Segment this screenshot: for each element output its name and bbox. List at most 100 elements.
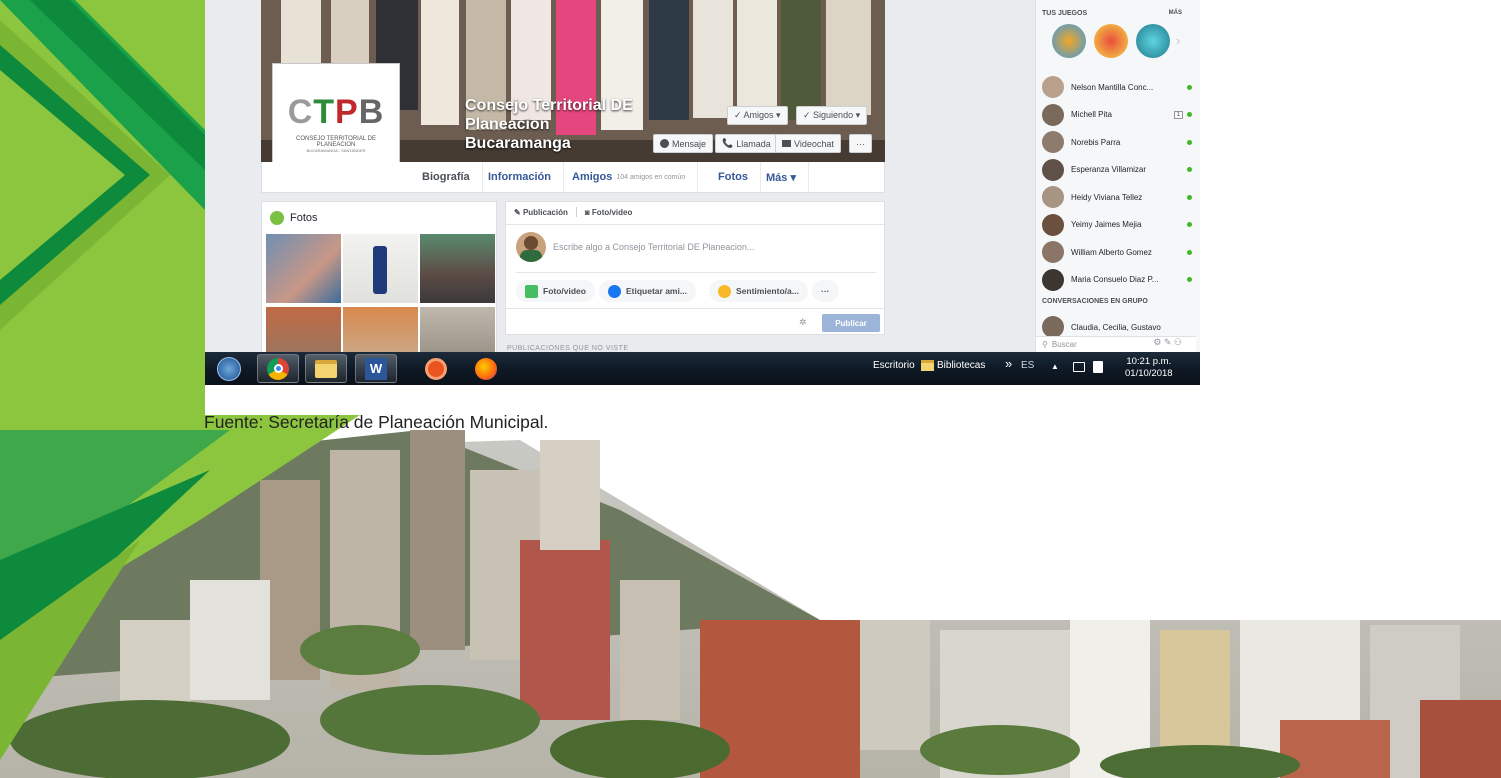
word-taskbar-button[interactable]: W xyxy=(355,354,397,383)
logo-subtitle: CONSEJO TERRITORIAL DE PLANEACION xyxy=(296,136,376,148)
start-button[interactable] xyxy=(208,354,250,383)
network-icon[interactable] xyxy=(1073,362,1085,372)
photos-box: Fotos xyxy=(261,201,497,376)
libraries-toolbar-label[interactable]: Bibliotecas xyxy=(937,360,985,371)
contact-name: Heidy Viviana Tellez xyxy=(1071,192,1143,202)
publish-button-label: Publicar xyxy=(835,318,867,328)
llamada-button[interactable]: 📞 Llamada xyxy=(715,134,778,153)
contact-item[interactable]: William Alberto Gomez xyxy=(1042,241,1192,263)
clock[interactable]: 10:21 p.m. 01/10/2018 xyxy=(1125,356,1173,380)
composer-tab-publicacion[interactable]: ✎ Publicación xyxy=(514,208,568,217)
facebook-screenshot: Consejo Territorial DE Planeacion Bucara… xyxy=(205,0,1200,385)
feeling-chip[interactable]: Sentimiento/a... xyxy=(709,280,808,302)
page-name-line-1: Consejo Territorial DE xyxy=(465,97,633,114)
amigos-button[interactable]: ✓ Amigos ▾ xyxy=(727,106,788,125)
games-heading: TUS JUEGOS xyxy=(1042,10,1088,17)
composer-input[interactable]: Escribe algo a Consejo Territorial DE Pl… xyxy=(553,242,754,252)
game-icon[interactable] xyxy=(1052,24,1086,58)
figure-caption: Fuente: Secretaría de Planeación Municip… xyxy=(204,412,549,432)
chat-tools[interactable]: ⚙ ✎ ⚇ xyxy=(1153,337,1182,348)
tag-friends-chip[interactable]: Etiquetar ami... xyxy=(599,280,696,302)
tag-friends-chip-label: Etiquetar ami... xyxy=(626,286,687,296)
chat-search-placeholder: Buscar xyxy=(1051,340,1077,349)
contact-item[interactable]: Norebis Parra xyxy=(1042,131,1192,153)
contact-item[interactable]: Esperanza Villamizar xyxy=(1042,158,1192,181)
toolbar-overflow-button[interactable]: » xyxy=(1005,356,1012,371)
photo-video-chip-label: Foto/video xyxy=(543,286,586,296)
contact-item[interactable]: Yeimy Jaimes Mejia xyxy=(1042,213,1192,236)
photos-header[interactable]: Fotos xyxy=(270,211,318,225)
photo-video-chip[interactable]: Foto/video xyxy=(516,280,595,302)
videochat-button[interactable]: Videochat xyxy=(775,134,841,153)
tab-amigos[interactable]: Amigos 104 amigos en común xyxy=(560,162,699,192)
group-conversation-item[interactable]: Claudia, Cecilia, Gustavo xyxy=(1042,316,1192,338)
logo-letter-p: P xyxy=(335,93,359,131)
clock-date: 01/10/2018 xyxy=(1125,368,1173,379)
more-options-chip[interactable]: ··· xyxy=(812,280,839,302)
user-avatar[interactable] xyxy=(516,232,546,262)
ubuntu-taskbar-button[interactable] xyxy=(415,354,457,383)
battery-icon[interactable] xyxy=(1093,361,1103,373)
composer-tab-foto[interactable]: ◙ Foto/video xyxy=(585,208,633,217)
games-more-link[interactable]: MÁS xyxy=(1169,10,1182,16)
photo-thumbnail[interactable] xyxy=(266,234,341,303)
tab-informacion[interactable]: Información xyxy=(476,162,564,192)
post-composer: ✎ Publicación ◙ Foto/video Escribe algo … xyxy=(505,201,885,335)
tray-expand-icon[interactable]: ▲ xyxy=(1051,362,1059,371)
contact-name: Esperanza Villamizar xyxy=(1071,165,1146,174)
group-name: Claudia, Cecilia, Gustavo xyxy=(1071,322,1161,332)
tab-fotos[interactable]: Fotos xyxy=(706,162,761,192)
mensaje-button[interactable]: Mensaje xyxy=(653,134,714,153)
divider xyxy=(516,272,876,273)
contact-item[interactable]: Heidy Viviana Tellez xyxy=(1042,186,1192,208)
mutual-friends-count: 104 amigos en común xyxy=(616,173,686,181)
divider xyxy=(575,207,577,217)
contact-name: Michell Pita xyxy=(1071,110,1112,119)
publish-button[interactable]: Publicar xyxy=(822,314,880,332)
photo-thumbnail[interactable] xyxy=(420,234,495,303)
contact-avatar xyxy=(1042,268,1064,291)
feeling-chip-label: Sentimiento/a... xyxy=(736,286,799,296)
contact-item[interactable]: Maria Consuelo Diaz P... xyxy=(1042,268,1192,291)
online-status-dot xyxy=(1187,84,1192,90)
composer-tab-publicacion-label: Publicación xyxy=(522,207,568,217)
photo-thumbnail[interactable] xyxy=(343,234,418,303)
camera-icon: ◙ xyxy=(584,207,590,217)
tab-mas-label: Más ▾ xyxy=(766,171,796,184)
chat-sidebar: TUS JUEGOS MÁS › Nelson Mantilla Conc...… xyxy=(1035,0,1200,352)
tab-mas[interactable]: Más ▾ xyxy=(754,162,809,192)
more-actions-label: ··· xyxy=(856,138,865,149)
game-icon[interactable] xyxy=(1094,24,1128,58)
more-actions-button[interactable]: ··· xyxy=(849,134,872,153)
folder-icon xyxy=(921,360,934,371)
contact-avatar xyxy=(1042,158,1064,181)
ctpb-logo: CTPB xyxy=(288,93,385,132)
contact-item[interactable]: Nelson Mantilla Conc... xyxy=(1042,76,1192,98)
file-explorer-taskbar-button[interactable] xyxy=(305,354,347,383)
tab-fotos-label: Fotos xyxy=(718,171,748,183)
online-status-dot xyxy=(1187,249,1192,255)
tab-biografia-label: Biografía xyxy=(422,171,470,183)
settings-gear-icon[interactable]: ✲ xyxy=(799,317,807,328)
desktop-toolbar-label[interactable]: Escritorio xyxy=(873,360,915,371)
divider xyxy=(506,308,884,309)
composer-tabs: ✎ Publicación ◙ Foto/video xyxy=(514,207,632,217)
game-icon[interactable] xyxy=(1136,24,1170,58)
slide: Consejo Territorial DE Planeacion Bucara… xyxy=(0,0,1501,778)
contact-item[interactable]: Michell Pita 1 xyxy=(1042,103,1192,126)
page-tabs: Biografía Información Amigos 104 amigos … xyxy=(261,162,885,193)
page-name[interactable]: Consejo Territorial DE Planeacion Bucara… xyxy=(465,96,633,153)
language-indicator[interactable]: ES xyxy=(1021,360,1034,371)
siguiendo-button[interactable]: ✓ Siguiendo ▾ xyxy=(796,106,868,125)
contact-name: Yeimy Jaimes Mejia xyxy=(1071,220,1142,229)
contact-name: Maria Consuelo Diaz P... xyxy=(1071,275,1159,284)
logo-letter-b: B xyxy=(358,93,385,131)
chevron-right-icon[interactable]: › xyxy=(1176,33,1180,48)
contact-name: Norebis Parra xyxy=(1071,137,1121,147)
section-heading: PUBLICACIONES QUE NO VISTE xyxy=(507,345,629,352)
tab-biografia[interactable]: Biografía xyxy=(410,162,483,192)
phone-icon: 📞 xyxy=(722,138,734,148)
siguiendo-button-label: ✓ Siguiendo ▾ xyxy=(803,110,861,120)
firefox-taskbar-button[interactable] xyxy=(465,354,507,383)
chrome-taskbar-button[interactable] xyxy=(257,354,299,383)
